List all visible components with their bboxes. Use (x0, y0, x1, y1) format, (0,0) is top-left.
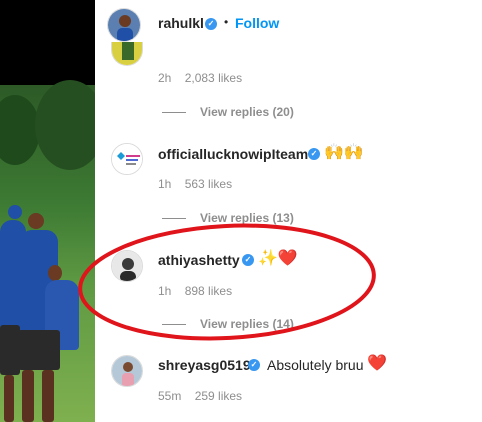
post-author-username[interactable]: rahulkl (158, 15, 204, 31)
raising-hands-emoji: 🙌🙌 (324, 144, 364, 161)
comment-meta: 55m 259 likes (158, 389, 252, 403)
verified-badge-icon: ✓ (205, 18, 217, 30)
commenter-avatar[interactable] (111, 250, 143, 282)
player-shorts (18, 330, 60, 370)
replies-line (162, 218, 186, 220)
commenter-avatar[interactable] (111, 355, 143, 387)
comment-likes[interactable]: 898 likes (185, 284, 232, 298)
player-leg (42, 370, 54, 422)
commenter-username[interactable]: shreyasg0519 (158, 357, 251, 373)
view-replies-button[interactable]: View replies (13) (162, 211, 294, 225)
verified-badge-icon: ✓ (242, 254, 254, 266)
view-replies-label[interactable]: View replies (20) (200, 105, 294, 119)
commenter-avatar-partial[interactable] (111, 42, 143, 66)
player-cap (8, 205, 22, 219)
commenter-username[interactable]: athiyashetty (158, 252, 240, 268)
player-head (28, 213, 44, 229)
comment-likes[interactable]: 259 likes (195, 389, 242, 403)
comments-panel[interactable]: rahulkl ✓ • Follow 2h 2,083 likes View r… (95, 0, 482, 422)
comment-time: 1h (158, 284, 172, 298)
sparkles-heart-emoji: ✨❤️ (258, 250, 298, 267)
post-photo (0, 0, 95, 422)
replies-line (162, 112, 186, 114)
comment-likes[interactable]: 2,083 likes (185, 71, 242, 85)
comment-meta: 2h 2,083 likes (158, 71, 252, 85)
tree-shape (35, 80, 95, 170)
tree-shape (0, 95, 40, 165)
header-separator: • (224, 15, 229, 29)
commenter-avatar[interactable] (111, 143, 143, 175)
red-heart-emoji: ❤️ (367, 355, 387, 372)
view-replies-label[interactable]: View replies (14) (200, 317, 294, 331)
player-shorts (0, 325, 20, 375)
post-author-avatar[interactable] (107, 8, 141, 42)
comment-time: 55m (158, 389, 182, 403)
view-replies-button[interactable]: View replies (20) (162, 105, 294, 119)
player-leg (22, 370, 34, 422)
view-replies-button[interactable]: View replies (14) (162, 317, 294, 331)
comment-text: Absolutely bruu (267, 357, 364, 373)
view-replies-label[interactable]: View replies (13) (200, 211, 294, 225)
player-leg (4, 375, 14, 422)
comment-meta: 1h 898 likes (158, 284, 242, 298)
comment-time: 2h (158, 71, 172, 85)
photo-cricket-team-scene (0, 80, 95, 422)
verified-badge-icon: ✓ (248, 359, 260, 371)
replies-line (162, 324, 186, 326)
comment-likes[interactable]: 563 likes (185, 177, 232, 191)
follow-button[interactable]: Follow (235, 15, 279, 31)
comment-meta: 1h 563 likes (158, 177, 242, 191)
photo-top-dark-area (0, 0, 95, 85)
player-head (48, 265, 62, 281)
verified-badge-icon: ✓ (308, 148, 320, 160)
comment-time: 1h (158, 177, 172, 191)
commenter-username[interactable]: officiallucknowipIteam (158, 146, 308, 162)
